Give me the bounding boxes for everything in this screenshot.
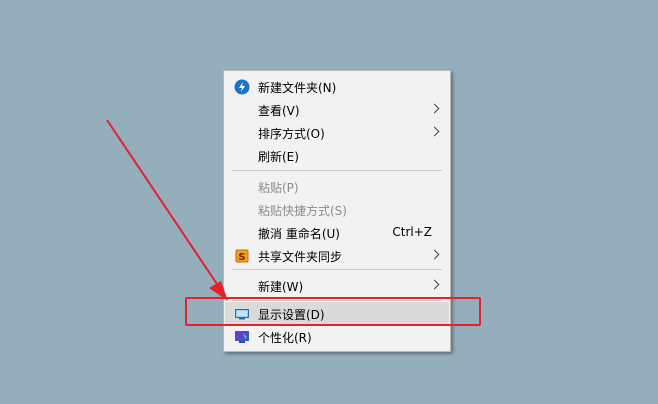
annotation-arrow-icon xyxy=(106,119,228,301)
